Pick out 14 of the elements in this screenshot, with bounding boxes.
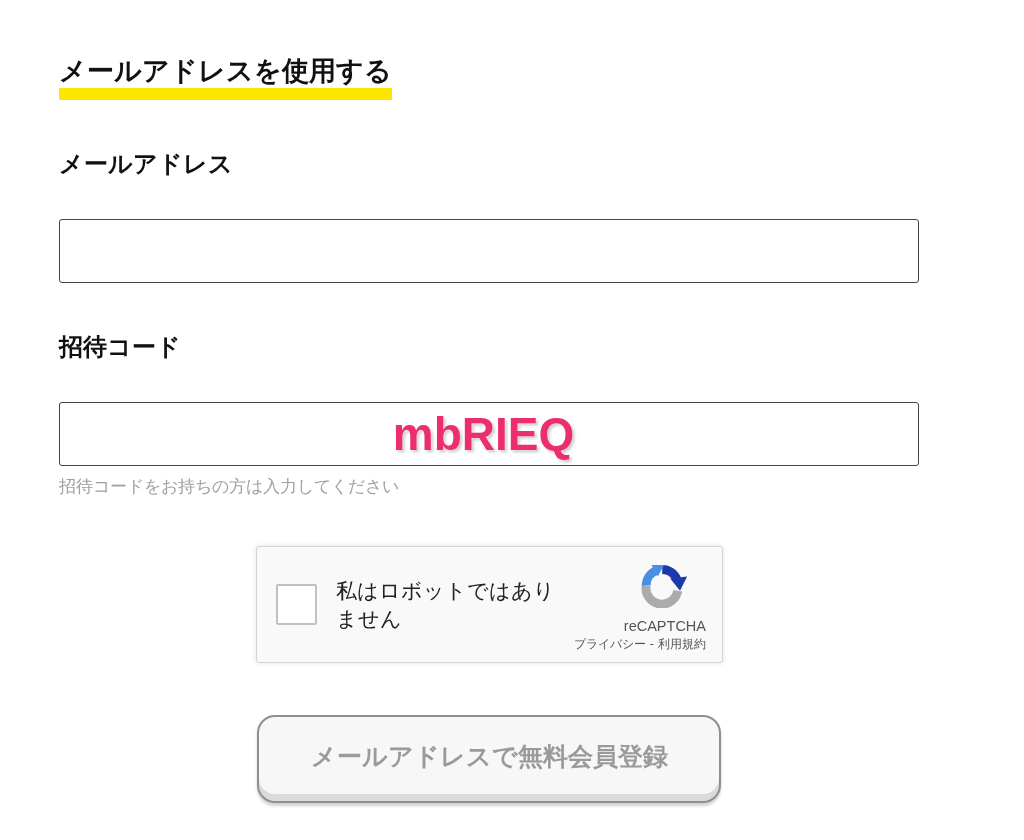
captcha-label: 私はロボットではありません	[336, 577, 556, 633]
hint-text: 招待コードをお持ちの方は入力してください	[59, 475, 399, 497]
captcha-checkbox[interactable]	[276, 584, 317, 625]
field-label: 招待コード	[59, 332, 181, 363]
field-label: メールアドレス	[59, 149, 233, 180]
separator-text: -	[649, 637, 654, 652]
terms-link[interactable]: 利用規約	[658, 637, 706, 652]
input-field[interactable]	[59, 402, 919, 466]
circular-arrows-icon	[640, 563, 688, 608]
annotation-text: mbRIEQ	[392, 408, 575, 460]
section-heading: メールアドレスを使用する	[59, 54, 392, 100]
captcha-brand-text: reCAPTCHA	[623, 618, 706, 635]
input-field[interactable]	[59, 219, 919, 283]
privacy-link[interactable]: プライバシー	[573, 637, 646, 652]
